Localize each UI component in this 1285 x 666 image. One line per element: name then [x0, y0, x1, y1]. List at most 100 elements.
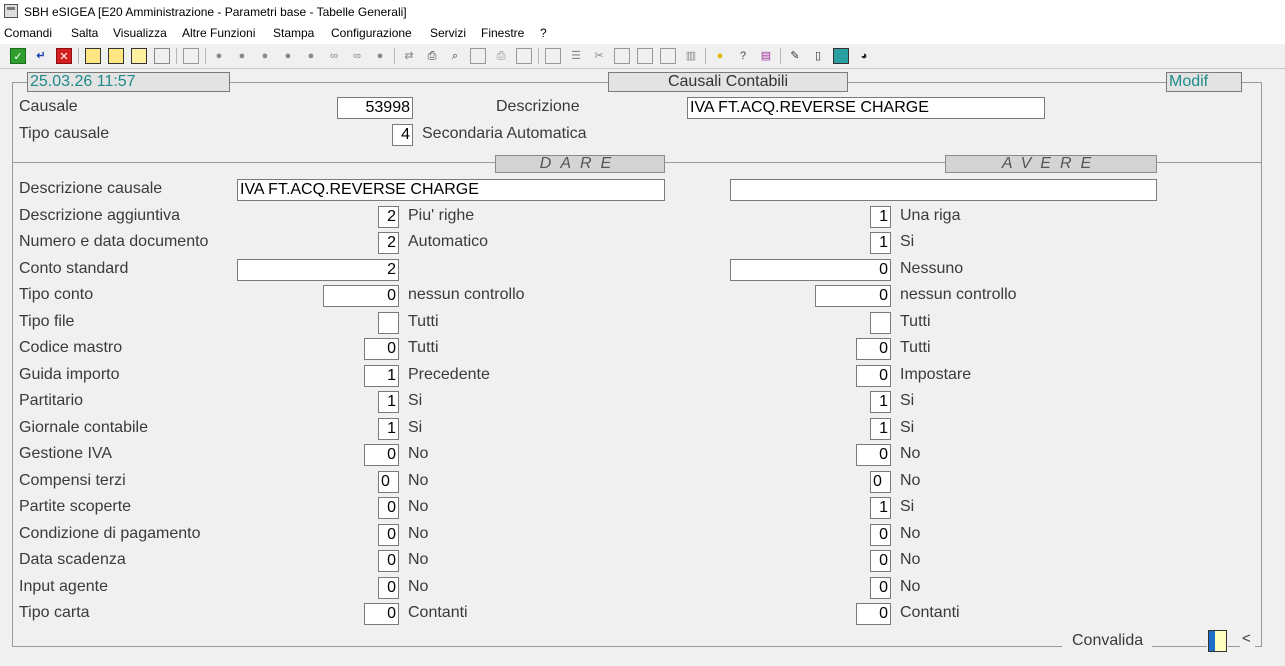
form-icon[interactable]: [614, 48, 630, 64]
menu-stampa[interactable]: Stampa: [273, 26, 314, 40]
dare-numero-data-documento-desc: Automatico: [408, 233, 489, 250]
descrizione-field[interactable]: IVA FT.ACQ.REVERSE CHARGE: [687, 97, 1045, 119]
f3-icon[interactable]: ●: [257, 48, 273, 64]
dare-gestione-iva-field[interactable]: 0: [364, 444, 399, 466]
copy-record-icon[interactable]: [154, 48, 170, 64]
menu-servizi[interactable]: Servizi: [430, 26, 466, 40]
menu-visualizza[interactable]: Visualizza: [113, 26, 167, 40]
menu-help[interactable]: ?: [540, 26, 547, 40]
clock-icon[interactable]: ◕: [856, 48, 872, 64]
calculator-icon[interactable]: ▯: [810, 48, 826, 64]
avere-tipo-conto-field[interactable]: 0: [815, 285, 891, 307]
f4-icon[interactable]: ●: [280, 48, 296, 64]
help-icon[interactable]: ?: [735, 48, 751, 64]
f2-icon[interactable]: ●: [234, 48, 250, 64]
avere-giornale-contabile-field[interactable]: 1: [870, 418, 891, 440]
printer-setup-icon[interactable]: ⎙: [493, 48, 509, 64]
row-label-tipo-carta: Tipo carta: [19, 604, 90, 621]
convalida-button[interactable]: [1208, 630, 1227, 652]
avere-condizione-pagamento-field[interactable]: 0: [870, 524, 891, 546]
dare-codice-mastro-field[interactable]: 0: [364, 338, 399, 360]
table-icon[interactable]: [545, 48, 561, 64]
dare-compensi-terzi-field[interactable]: 0: [378, 471, 399, 493]
chart-icon[interactable]: ▥: [683, 48, 699, 64]
dare-condizione-pagamento-field[interactable]: 0: [378, 524, 399, 546]
edit-record-icon[interactable]: [131, 48, 147, 64]
menu-comandi[interactable]: Comandi: [4, 26, 52, 40]
enter-icon[interactable]: ↵: [33, 48, 49, 64]
avere-partitario-field[interactable]: 1: [870, 391, 891, 413]
grid-icon[interactable]: [516, 48, 532, 64]
dare-guida-importo-field[interactable]: 1: [364, 365, 399, 387]
causale-field[interactable]: 53998: [337, 97, 413, 119]
avere-tipo-file-field[interactable]: [870, 312, 891, 334]
row-label-guida-importo: Guida importo: [19, 366, 120, 383]
app-icon: [4, 4, 18, 18]
avere-compensi-terzi-field[interactable]: 0: [870, 471, 891, 493]
dare-partitario-desc: Si: [408, 392, 423, 409]
dare-tipo-file-desc: Tutti: [408, 313, 439, 330]
dare-descrizione-aggiuntiva-field[interactable]: 2: [378, 206, 399, 228]
avere-gestione-iva-field[interactable]: 0: [856, 444, 891, 466]
dare-tipo-conto-desc: nessun controllo: [408, 286, 525, 303]
menu-altre-funzioni[interactable]: Altre Funzioni: [182, 26, 255, 40]
report-icon[interactable]: [660, 48, 676, 64]
f9-icon[interactable]: ●: [372, 48, 388, 64]
row-label-compensi-terzi: Compensi terzi: [19, 472, 126, 489]
avere-guida-importo-field[interactable]: 0: [856, 365, 891, 387]
confirm-icon[interactable]: ✓: [10, 48, 26, 64]
print-preview-icon[interactable]: ⌕: [447, 48, 463, 64]
avere-codice-mastro-field[interactable]: 0: [856, 338, 891, 360]
tipo-causale-field[interactable]: 4: [392, 124, 413, 146]
dare-descrizione-causale-field[interactable]: IVA FT.ACQ.REVERSE CHARGE: [237, 179, 665, 201]
dare-compensi-terzi-desc: No: [408, 472, 429, 489]
menu-finestre[interactable]: Finestre: [481, 26, 524, 40]
form-list-icon[interactable]: [637, 48, 653, 64]
notes-icon[interactable]: ✎: [787, 48, 803, 64]
avere-partite-scoperte-field[interactable]: 1: [870, 497, 891, 519]
avere-data-scadenza-field[interactable]: 0: [870, 550, 891, 572]
binoculars-next-icon[interactable]: ∞: [349, 48, 365, 64]
menu-salta[interactable]: Salta: [71, 26, 98, 40]
f1-icon[interactable]: ●: [211, 48, 227, 64]
lightbulb-icon[interactable]: ●: [712, 48, 728, 64]
f5-icon[interactable]: ●: [303, 48, 319, 64]
avere-conto-standard-field[interactable]: 0: [730, 259, 891, 281]
dare-condizione-pagamento-desc: No: [408, 525, 429, 542]
print-icon[interactable]: ⎙: [424, 48, 440, 64]
books-icon[interactable]: ▤: [758, 48, 774, 64]
dare-input-agente-field[interactable]: 0: [378, 577, 399, 599]
new-record-icon[interactable]: [85, 48, 101, 64]
menu-configurazione[interactable]: Configurazione: [331, 26, 412, 40]
dare-giornale-contabile-field[interactable]: 1: [378, 418, 399, 440]
avere-input-agente-field[interactable]: 0: [870, 577, 891, 599]
dare-data-scadenza-field[interactable]: 0: [378, 550, 399, 572]
cancel-icon[interactable]: ✕: [56, 48, 72, 64]
tools-icon[interactable]: ✂: [591, 48, 607, 64]
avere-codice-mastro-desc: Tutti: [900, 339, 931, 356]
avere-numero-data-documento-field[interactable]: 1: [870, 232, 891, 254]
back-arrow[interactable]: <: [1242, 630, 1251, 647]
dare-partite-scoperte-field[interactable]: 0: [378, 497, 399, 519]
convalida-label: Convalida: [1072, 632, 1144, 649]
dare-tipo-file-field[interactable]: [378, 312, 399, 334]
row-label-input-agente: Input agente: [19, 578, 108, 595]
avere-descrizione-aggiuntiva-field[interactable]: 1: [870, 206, 891, 228]
dare-conto-standard-field[interactable]: 2: [237, 259, 399, 281]
avere-tipo-carta-field[interactable]: 0: [856, 603, 891, 625]
binoculars-icon[interactable]: ∞: [326, 48, 342, 64]
screen-icon[interactable]: [833, 48, 849, 64]
document-icon[interactable]: [470, 48, 486, 64]
dare-partitario-field[interactable]: 1: [378, 391, 399, 413]
open-record-icon[interactable]: [108, 48, 124, 64]
list-icon[interactable]: ☰: [568, 48, 584, 64]
dare-tipo-carta-field[interactable]: 0: [364, 603, 399, 625]
avere-conto-standard-desc: Nessuno: [900, 260, 964, 277]
avere-descrizione-causale-field[interactable]: [730, 179, 1157, 201]
title-bar: SBH eSIGEA [E20 Amministrazione - Parame…: [0, 0, 1285, 24]
form-title: Causali Contabili: [608, 72, 848, 92]
dare-numero-data-documento-field[interactable]: 2: [378, 232, 399, 254]
tree-icon[interactable]: [183, 48, 199, 64]
dare-tipo-conto-field[interactable]: 0: [323, 285, 399, 307]
export-icon[interactable]: ⇄: [401, 48, 417, 64]
